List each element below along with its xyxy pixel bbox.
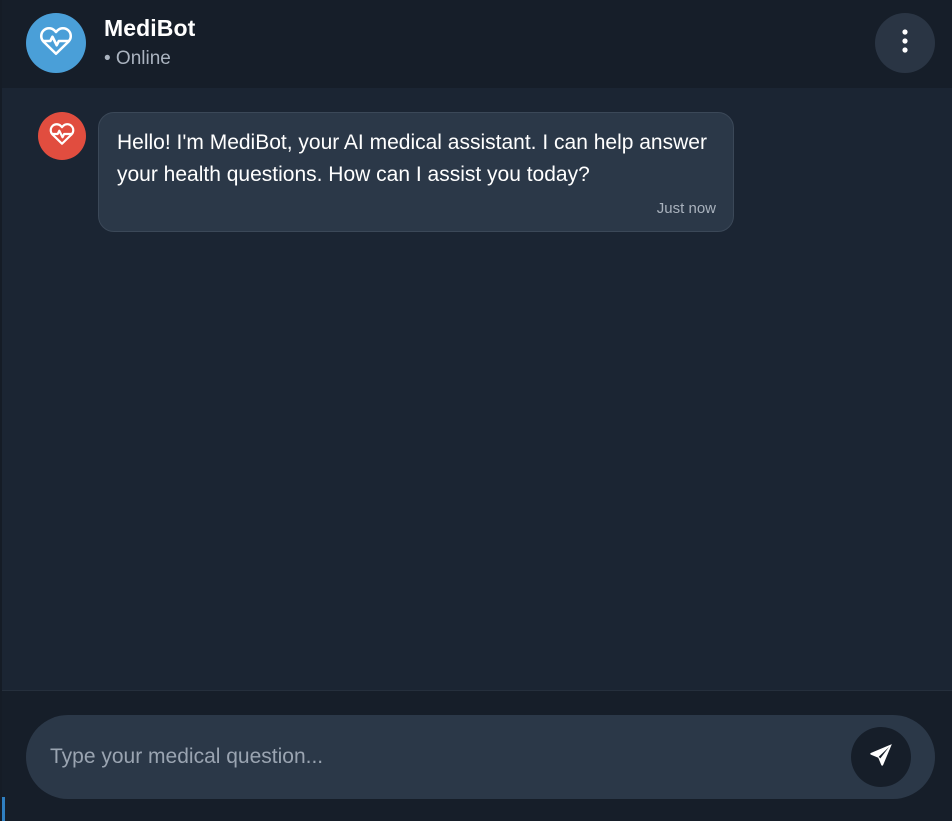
bot-name: MediBot [104, 15, 196, 41]
bot-message-bubble: Hello! I'm MediBot, your AI medical assi… [98, 112, 734, 232]
message-list[interactable]: Hello! I'm MediBot, your AI medical assi… [2, 88, 952, 690]
bot-header-avatar [26, 13, 86, 73]
message-text: Hello! I'm MediBot, your AI medical assi… [117, 131, 707, 186]
composer-bar [2, 690, 952, 821]
window-edge-accent [2, 797, 5, 821]
message-timestamp: Just now [656, 200, 716, 217]
heart-pulse-icon [39, 24, 73, 63]
composer-field-wrapper [26, 715, 935, 799]
heart-pulse-icon [49, 121, 75, 152]
send-button[interactable] [851, 727, 911, 787]
message-input[interactable] [50, 735, 840, 779]
chat-window: MediBot • Online Hello! I'm MediBot, you… [0, 0, 952, 821]
online-status: • Online [104, 48, 171, 69]
bot-message-avatar [38, 112, 86, 160]
more-options-button[interactable] [875, 13, 935, 73]
chat-header: MediBot • Online [2, 0, 952, 88]
send-icon [868, 742, 894, 773]
more-vertical-icon [901, 28, 909, 59]
